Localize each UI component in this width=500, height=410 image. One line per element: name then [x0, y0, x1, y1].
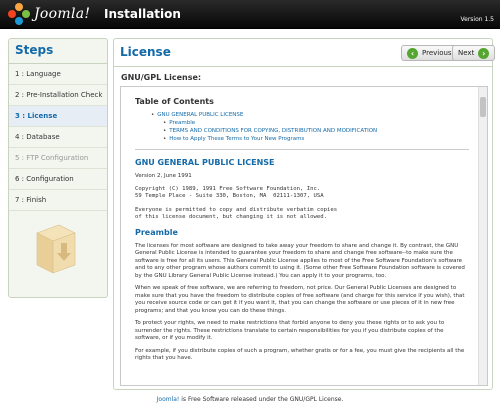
previous-button[interactable]: ‹ Previous — [401, 45, 458, 61]
step-database: 4 : Database — [9, 127, 107, 148]
step-configuration: 6 : Configuration — [9, 169, 107, 190]
joomla-logo-icon — [8, 3, 30, 25]
license-paragraph: To protect your rights, we need to make … — [135, 320, 445, 341]
step-pre-installation-check: 2 : Pre-Installation Check — [9, 85, 107, 106]
footer-text: is Free Software released under the GNU/… — [179, 396, 344, 403]
toc-list: GNU GENERAL PUBLIC LICENSE Preamble TERM… — [151, 111, 469, 143]
license-frame[interactable]: Table of Contents GNU GENERAL PUBLIC LIC… — [120, 86, 488, 386]
previous-button-label: Previous — [422, 49, 452, 57]
version-line: Version 2, June 1991 — [135, 173, 192, 179]
license-paragraph: When we speak of free software, we are r… — [135, 285, 465, 314]
next-button-label: Next — [458, 49, 475, 57]
footer: Joomla! is Free Software released under … — [0, 396, 500, 403]
step-ftp-configuration: 5 : FTP Configuration — [9, 148, 107, 169]
joomla-logo: Joomla! — [8, 3, 90, 25]
footer-joomla-link[interactable]: Joomla! — [157, 396, 180, 403]
section-title: GNU/GPL License: — [121, 73, 202, 82]
divider — [135, 149, 469, 150]
license-scrollbar[interactable] — [478, 87, 487, 385]
toc-link-how-to-apply[interactable]: How to Apply These Terms to Your New Pro… — [163, 135, 469, 143]
arrow-left-icon: ‹ — [407, 47, 418, 59]
toc-title: Table of Contents — [135, 97, 214, 106]
step-license: 3 : License — [9, 106, 107, 127]
license-paragraph: For example, if you distribute copies of… — [135, 347, 465, 362]
header-bar: Joomla! Installation Version 1.5 — [0, 0, 500, 29]
license-content: Table of Contents GNU GENERAL PUBLIC LIC… — [121, 87, 479, 385]
license-paragraph: The licenses for most software are desig… — [135, 242, 465, 279]
permission-notice: Everyone is permitted to copy and distri… — [135, 206, 338, 221]
next-button[interactable]: Next › — [452, 45, 496, 61]
gpl-title: GNU GENERAL PUBLIC LICENSE — [135, 158, 275, 167]
arrow-right-icon: › — [478, 47, 490, 59]
toc-link-preamble[interactable]: Preamble — [163, 119, 469, 127]
step-language: 1 : Language — [9, 64, 107, 85]
scroll-thumb[interactable] — [480, 97, 486, 117]
preamble-heading: Preamble — [135, 227, 178, 237]
main-header: License ‹ Previous Next › — [114, 39, 496, 67]
steps-sidebar: Steps 1 : Language 2 : Pre-Installation … — [8, 38, 108, 298]
header-title: Installation — [104, 7, 181, 21]
page-title: License — [120, 45, 171, 59]
toc-link-gpl[interactable]: GNU GENERAL PUBLIC LICENSE — [151, 111, 469, 119]
steps-title: Steps — [9, 39, 107, 64]
copyright-notice: Copyright (C) 1989, 1991 Free Software F… — [135, 185, 324, 200]
version-label: Version 1.5 — [460, 16, 494, 23]
main-panel: License ‹ Previous Next › GNU/GPL Licens… — [113, 38, 496, 390]
install-box-icon — [36, 224, 76, 274]
step-finish: 7 : Finish — [9, 190, 107, 211]
toc-link-terms[interactable]: TERMS AND CONDITIONS FOR COPYING, DISTRI… — [163, 127, 469, 135]
logo-text: Joomla! — [34, 6, 91, 22]
